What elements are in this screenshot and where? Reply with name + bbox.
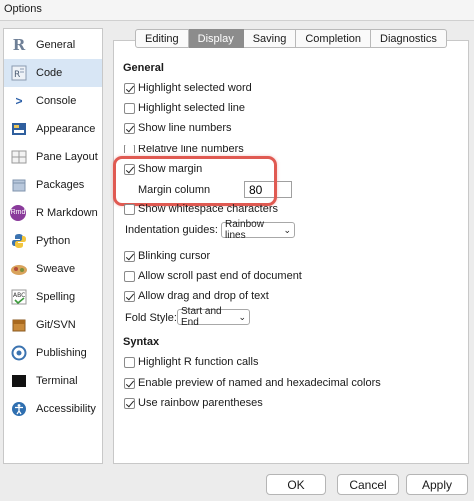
window-title: Options [4, 3, 42, 15]
sidebar-item-accessibility[interactable]: Accessibility [4, 395, 102, 423]
preview-colors-option[interactable]: Enable preview of named and hexadecimal … [124, 376, 381, 390]
show-whitespace-checkbox[interactable] [124, 203, 135, 215]
highlight-r-calls-checkbox[interactable] [124, 356, 135, 368]
show-whitespace-option[interactable]: Show whitespace characters [124, 202, 278, 216]
tab-editing[interactable]: Editing [135, 29, 189, 48]
sidebar-item-sweave[interactable]: Sweave [4, 255, 102, 283]
preview-colors-checkbox[interactable] [124, 377, 135, 389]
pane-layout-icon [10, 148, 28, 166]
scroll-past-end-checkbox[interactable] [124, 270, 135, 282]
spelling-icon: ABC [10, 288, 28, 306]
general-section-title: General [123, 62, 164, 74]
syntax-section-title: Syntax [123, 336, 160, 348]
margin-column-label: Margin column [138, 184, 211, 196]
rainbow-parens-checkbox[interactable] [124, 397, 135, 409]
relative-line-numbers-clip: Relative line numbers [121, 145, 281, 153]
tab-display[interactable]: Display [188, 29, 244, 48]
terminal-icon [10, 372, 28, 390]
options-sidebar: R General R Code > Console Appearance Pa… [3, 28, 103, 464]
chevron-down-icon: ⌄ [238, 311, 246, 322]
highlight-selected-word-checkbox[interactable] [124, 82, 135, 94]
relative-line-numbers-option[interactable]: Relative line numbers [124, 145, 244, 153]
sidebar-item-spelling[interactable]: ABC Spelling [4, 283, 102, 311]
show-margin-checkbox[interactable] [124, 163, 135, 175]
sidebar-item-code[interactable]: R Code [4, 59, 102, 87]
ok-button[interactable]: OK [266, 474, 326, 495]
fold-style-select[interactable]: Start and End ⌄ [177, 306, 250, 328]
tab-completion[interactable]: Completion [296, 29, 371, 48]
show-margin-option[interactable]: Show margin [124, 162, 202, 176]
tab-diagnostics[interactable]: Diagnostics [371, 29, 447, 48]
publishing-icon [10, 344, 28, 362]
indentation-guides-label: Indentation guides: [125, 224, 218, 236]
chevron-down-icon: ⌄ [283, 224, 291, 235]
svg-text:R: R [14, 70, 20, 80]
sidebar-item-publishing[interactable]: Publishing [4, 339, 102, 367]
fold-style-label: Fold Style: [125, 312, 177, 324]
r-logo-icon: R [12, 36, 26, 54]
blinking-cursor-checkbox[interactable] [124, 250, 135, 262]
drag-drop-option[interactable]: Allow drag and drop of text [124, 289, 269, 303]
highlight-selected-line-option[interactable]: Highlight selected line [124, 101, 245, 115]
show-line-numbers-checkbox[interactable] [124, 122, 135, 134]
sidebar-item-terminal[interactable]: Terminal [4, 367, 102, 395]
sidebar-item-python[interactable]: Python [4, 227, 102, 255]
sidebar-item-packages[interactable]: Packages [4, 171, 102, 199]
scroll-past-end-option[interactable]: Allow scroll past end of document [124, 269, 302, 283]
sidebar-item-appearance[interactable]: Appearance [4, 115, 102, 143]
blinking-cursor-option[interactable]: Blinking cursor [124, 249, 210, 263]
rainbow-parens-option[interactable]: Use rainbow parentheses [124, 396, 263, 410]
margin-column-input[interactable] [244, 181, 292, 198]
tab-bar: Editing Display Saving Completion Diagno… [135, 29, 447, 48]
cancel-button[interactable]: Cancel [337, 474, 399, 495]
highlight-selected-word-option[interactable]: Highlight selected word [124, 81, 252, 95]
packages-icon [10, 176, 28, 194]
accessibility-icon [10, 400, 28, 418]
sidebar-item-git-svn[interactable]: Git/SVN [4, 311, 102, 339]
relative-line-numbers-checkbox[interactable] [124, 145, 135, 153]
indentation-guides-select[interactable]: Rainbow lines ⌄ [221, 219, 295, 241]
python-icon [10, 232, 28, 250]
drag-drop-checkbox[interactable] [124, 290, 135, 302]
rmarkdown-icon: Rmd [10, 205, 26, 221]
sidebar-item-general[interactable]: R General [4, 31, 102, 59]
show-line-numbers-option[interactable]: Show line numbers [124, 121, 232, 135]
apply-button[interactable]: Apply [406, 474, 468, 495]
git-icon [10, 316, 28, 334]
console-icon: > [15, 94, 23, 108]
sidebar-item-pane-layout[interactable]: Pane Layout [4, 143, 102, 171]
code-icon: R [10, 64, 28, 82]
appearance-icon [10, 120, 28, 138]
window-titlebar: Options [0, 0, 474, 21]
sidebar-item-r-markdown[interactable]: Rmd R Markdown [4, 199, 102, 227]
highlight-r-calls-option[interactable]: Highlight R function calls [124, 355, 258, 369]
sweave-icon [10, 260, 28, 278]
sidebar-item-console[interactable]: > Console [4, 87, 102, 115]
highlight-selected-line-checkbox[interactable] [124, 102, 135, 114]
tab-saving[interactable]: Saving [243, 29, 297, 48]
